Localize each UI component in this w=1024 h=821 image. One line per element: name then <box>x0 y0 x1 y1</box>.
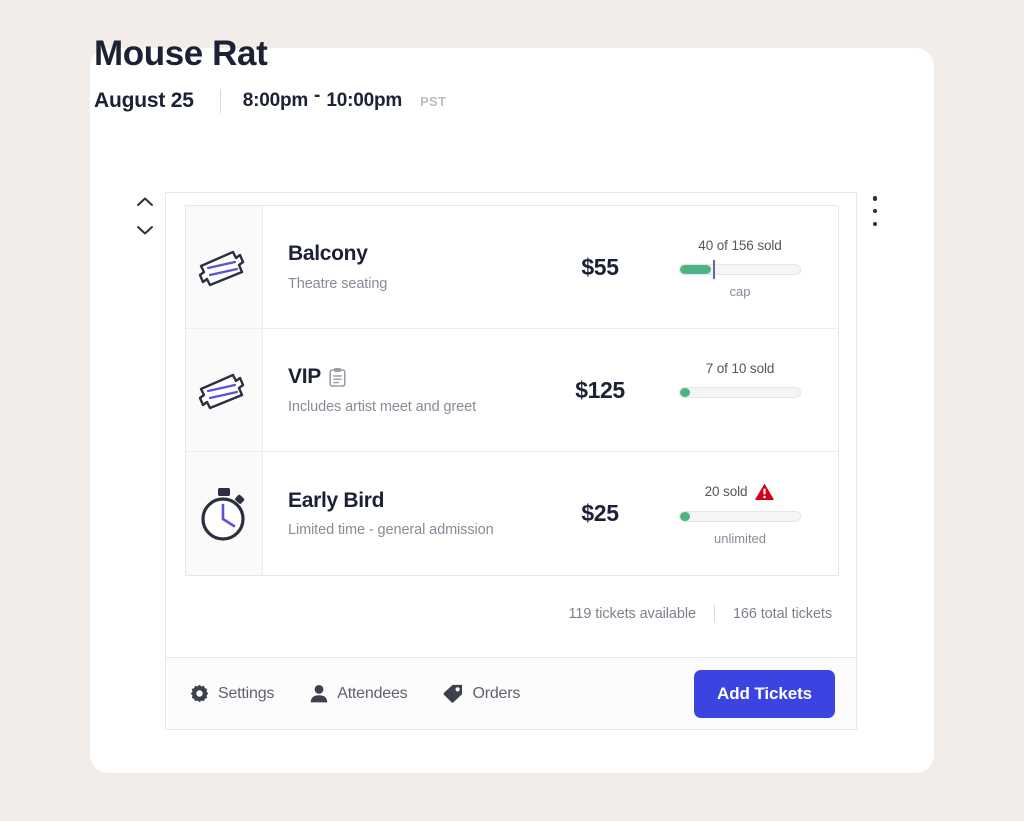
sold-line: 7 of 10 sold <box>706 358 775 378</box>
sold-line: 20 sold <box>705 482 776 502</box>
ticket-icon <box>198 373 245 410</box>
totals-divider <box>713 605 715 622</box>
ticket-icon-cell <box>186 452 263 575</box>
ticket-stats: 20 sold unlimited <box>660 452 838 575</box>
tickets-available: 119 tickets available <box>568 605 697 622</box>
sort-chevrons-icon[interactable] <box>134 196 156 236</box>
progress-bar <box>679 387 801 398</box>
settings-button[interactable]: Settings <box>190 684 274 703</box>
progress-fill <box>680 265 712 274</box>
event-timezone: PST <box>420 93 447 109</box>
capacity-marker <box>713 260 716 279</box>
chevron-down-icon <box>137 226 153 235</box>
ticket-name: Balcony <box>288 242 368 266</box>
progress-caption: cap <box>729 284 751 299</box>
progress-track <box>679 510 801 522</box>
ticket-name-line: Early Bird <box>288 489 540 512</box>
ticket-info: VIP Includes artist meet and greet <box>263 329 540 451</box>
stopwatch-icon <box>201 487 245 541</box>
table-row[interactable]: Balcony Theatre seating $55 40 of 156 so… <box>186 206 838 329</box>
action-bar: Settings Attendees Orders Add Tickets <box>166 657 856 729</box>
progress-track <box>679 387 801 398</box>
event-start-time: 8:00pm <box>242 90 309 111</box>
ticket-description: Includes artist meet and greet <box>288 398 477 415</box>
person-icon <box>311 685 328 703</box>
progress-track <box>679 264 801 275</box>
event-date: August 25 <box>94 89 194 112</box>
ticket-types-panel: Balcony Theatre seating $55 40 of 156 so… <box>165 192 857 730</box>
ticket-totals: 119 tickets available 166 total tickets <box>569 605 832 622</box>
event-end-time: 10:00pm <box>326 90 403 111</box>
kebab-dot <box>872 208 878 214</box>
ticket-description: Theatre seating <box>288 275 388 292</box>
ticket-info: Early Bird Limited time - general admiss… <box>263 452 540 575</box>
ticket-description: Limited time - general admission <box>288 522 494 539</box>
add-tickets-button[interactable]: Add Tickets <box>694 669 835 718</box>
kebab-dot <box>872 221 878 226</box>
page-title: Mouse Rat <box>94 34 268 73</box>
tag-icon <box>443 684 463 703</box>
sold-count: 20 sold <box>704 484 748 499</box>
sold-count: 7 of 10 sold <box>705 360 775 376</box>
meta-divider <box>219 89 221 113</box>
orders-button[interactable]: Orders <box>443 684 520 703</box>
ticket-info: Balcony Theatre seating <box>263 206 540 328</box>
ticket-name: Early Bird <box>288 488 385 512</box>
event-header: Mouse Rat August 25 8:00pm - 10:00pm PST <box>94 36 446 113</box>
ticket-stats: 7 of 10 sold <box>660 329 838 451</box>
progress-fill <box>680 511 690 521</box>
ticket-icon-cell <box>186 206 263 328</box>
app-screen: Mouse Rat August 25 8:00pm - 10:00pm PST <box>0 0 1024 821</box>
tickets-total: 166 total tickets <box>732 605 832 622</box>
chevron-up-icon <box>137 197 153 206</box>
ticket-name-line: Balcony <box>288 242 540 265</box>
attendees-button[interactable]: Attendees <box>310 684 408 703</box>
progress-bar <box>679 510 801 522</box>
ticket-icon-cell <box>186 329 263 451</box>
kebab-menu-icon[interactable] <box>866 196 884 226</box>
ticket-name-line: VIP <box>288 365 540 388</box>
table-row[interactable]: VIP Includes artist meet and greet $125 <box>186 329 838 452</box>
event-meta: August 25 8:00pm - 10:00pm PST <box>94 85 447 113</box>
progress-fill <box>680 388 690 397</box>
time-range-dash: - <box>314 85 321 106</box>
orders-label: Orders <box>472 684 521 702</box>
table-row[interactable]: Early Bird Limited time - general admiss… <box>186 452 838 575</box>
warning-icon[interactable] <box>754 482 775 501</box>
ticket-price: $25 <box>581 500 619 526</box>
progress-bar <box>679 260 801 279</box>
attendees-label: Attendees <box>337 684 408 702</box>
sold-count: 40 of 156 sold <box>698 237 782 253</box>
progress-caption: unlimited <box>713 530 767 546</box>
sold-line: 40 of 156 sold <box>698 235 782 255</box>
clipboard-icon <box>329 368 346 387</box>
ticket-name: VIP <box>288 365 321 389</box>
ticket-price: $125 <box>575 376 625 403</box>
kebab-dot <box>872 196 878 201</box>
ticket-stats: 40 of 156 sold cap <box>660 206 838 328</box>
ticket-price: $55 <box>581 253 619 280</box>
gear-icon <box>190 684 209 703</box>
ticket-list: Balcony Theatre seating $55 40 of 156 so… <box>185 205 839 576</box>
settings-label: Settings <box>218 684 275 702</box>
ticket-icon <box>198 250 245 287</box>
